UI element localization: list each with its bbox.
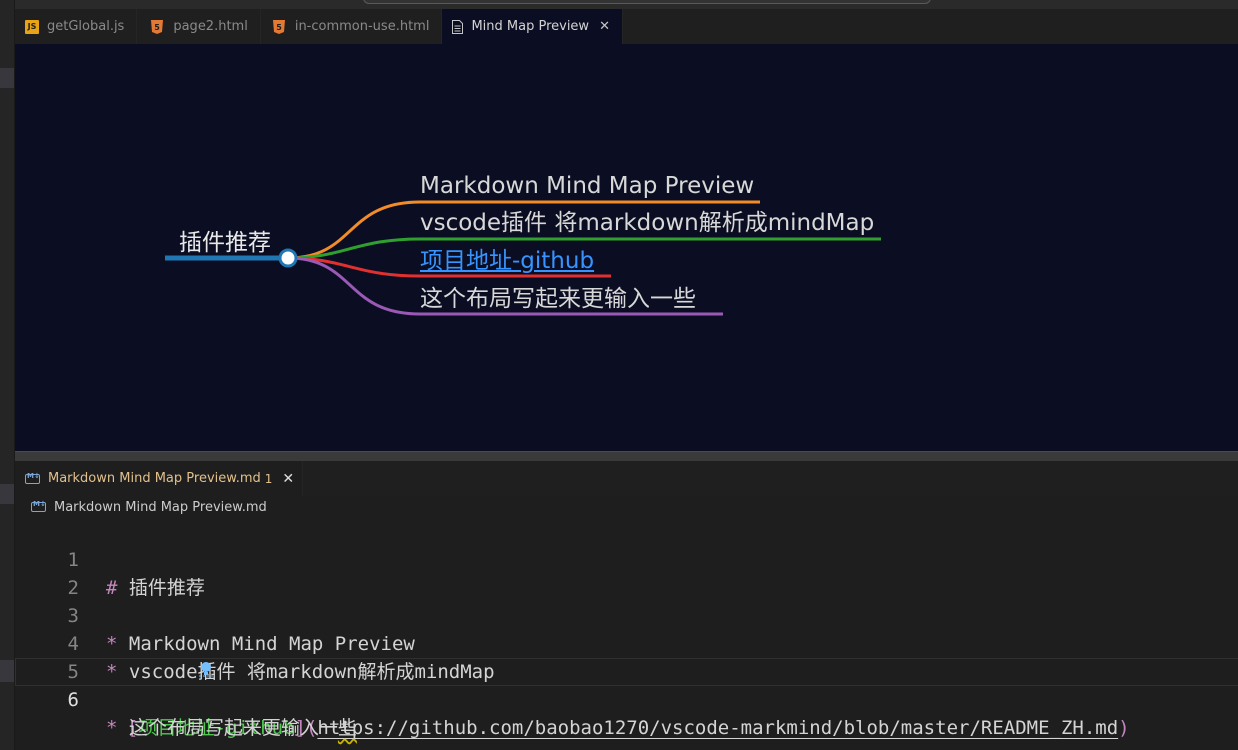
root-node-toggle[interactable]: [278, 248, 298, 268]
breadcrumb-file[interactable]: Markdown Mind Map Preview.md: [54, 500, 267, 515]
vscode-window: JS getGlobal.js 5 page2.html 5 in-common…: [0, 0, 1238, 750]
link-url[interactable]: https://github.com/baobao1270/vscode-mar…: [317, 717, 1118, 739]
link-bracket: ): [1118, 717, 1130, 739]
list-bullet: *: [106, 717, 118, 739]
mind-map-node-1[interactable]: Markdown Mind Map Preview: [420, 172, 754, 200]
preview-file-icon: [452, 19, 464, 34]
title-bar: [15, 0, 1238, 9]
code-line: 2: [15, 546, 1238, 599]
lower-editor-tab-bar: M↓ Markdown Mind Map Preview.md 1 ✕: [15, 461, 1238, 496]
problem-count-badge: 1: [264, 471, 273, 486]
sidebar-marker: [0, 68, 14, 88]
mind-map-node-2[interactable]: vscode插件 将markdown解析成mindMap: [420, 209, 874, 237]
breadcrumb[interactable]: M↓ Markdown Mind Map Preview.md: [15, 496, 1238, 518]
mind-map-canvas: 插件推荐 Markdown Mind Map Preview vscode插件 …: [15, 44, 1238, 451]
js-file-icon: JS: [25, 19, 39, 34]
activity-bar-edge: [0, 0, 15, 750]
close-icon[interactable]: ✕: [599, 19, 610, 34]
panel-splitter[interactable]: [15, 451, 1238, 461]
markdown-file-icon: M↓: [31, 500, 46, 512]
tab-markdown-file[interactable]: M↓ Markdown Mind Map Preview.md 1 ✕: [15, 461, 304, 496]
tab-label: getGlobal.js: [47, 19, 125, 34]
list-text: 这个布局写起来更输入一: [117, 717, 338, 739]
html5-file-icon: 5: [272, 19, 285, 34]
tab-mind-map-preview[interactable]: Mind Map Preview ✕: [442, 9, 623, 44]
sidebar-marker: [0, 660, 14, 682]
code-line: 6 * 这个布局写起来更输入一些: [15, 658, 1238, 739]
svg-text:5: 5: [155, 23, 161, 32]
close-icon[interactable]: ✕: [282, 471, 294, 487]
tab-page2-html[interactable]: 5 page2.html: [137, 9, 261, 44]
mind-map-node-link[interactable]: 项目地址-github: [420, 247, 594, 275]
tab-label: Mind Map Preview: [471, 19, 590, 34]
editor-tab-bar: JS getGlobal.js 5 page2.html 5 in-common…: [15, 9, 1238, 44]
tab-getglobal-js[interactable]: JS getGlobal.js: [15, 9, 138, 44]
code-line: 5 [项目地址-github](https://github.com/baoba…: [15, 630, 1238, 739]
line-content: * 这个布局写起来更输入一些: [106, 714, 357, 742]
code-editor[interactable]: 1 # 插件推荐 2 3 * Markdown Mind Map Preview…: [15, 518, 1238, 750]
mind-map-root[interactable]: 插件推荐: [179, 229, 271, 257]
code-line: 3 * Markdown Mind Map Preview: [15, 574, 1238, 655]
line-number: 6: [67, 689, 79, 711]
tab-label: Markdown Mind Map Preview.md: [48, 471, 261, 486]
html5-file-icon: 5: [151, 19, 164, 34]
code-line: 1 # 插件推荐: [15, 518, 1238, 599]
sidebar-marker: [0, 484, 14, 504]
mind-map-node-4[interactable]: 这个布局写起来更输入一些: [420, 285, 696, 313]
tab-label: page2.html: [173, 19, 248, 34]
spelling-warning[interactable]: 些: [338, 717, 357, 739]
tab-label: in-common-use.html: [294, 19, 430, 34]
svg-text:5: 5: [276, 23, 282, 32]
tab-in-common-use-html[interactable]: 5 in-common-use.html: [261, 9, 443, 44]
markdown-file-icon: M↓: [25, 472, 40, 484]
code-line: 4 * vscode插件 将markdown解析成mindMap: [15, 602, 1238, 683]
command-center[interactable]: [363, 0, 931, 4]
